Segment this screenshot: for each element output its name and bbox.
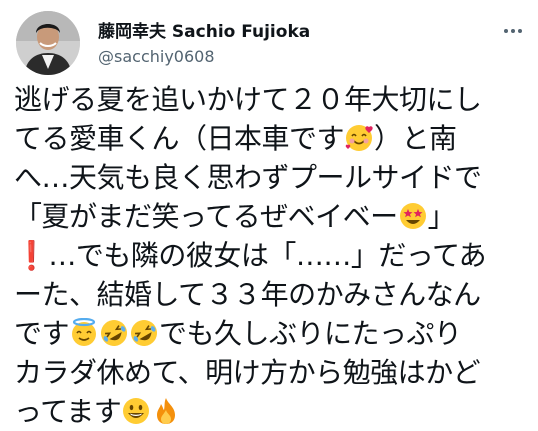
tweet-text-segment: …でも隣の彼女は「……」だってあ (48, 239, 487, 272)
tweet-line: 「夏がまだ笑ってるぜベイベー」 (14, 197, 534, 236)
grinning-face-emoji (121, 396, 151, 426)
smiling-face-with-hearts-emoji (344, 123, 374, 153)
tweet-line: です でも久しぶりにたっぷり (14, 314, 534, 353)
tweet-line: へ…天気も良く思わずプールサイドで (14, 161, 482, 194)
author-name-row[interactable]: 藤岡幸夫 Sachio Fujioka (98, 16, 310, 42)
tweet-line: カラダ休めて、明け方から勉強はかど (14, 356, 481, 389)
tweet-text-segment: ）と南 (374, 122, 457, 155)
tweet-text-segment: てる愛車くん（日本車です (14, 122, 345, 155)
tweet-text: 逃げる夏を追いかけて２０年大切にし てる愛車くん（日本車です ）と南 へ…天気も良… (14, 80, 534, 431)
tweet-line: ーた、結婚して３３年のかみさんなん (14, 278, 481, 311)
display-name[interactable]: 藤岡幸夫 Sachio Fujioka (98, 17, 310, 42)
tweet-text-segment: です (14, 317, 70, 350)
tweet-text-segment: ってます (14, 395, 122, 428)
tweet-line: ❗…でも隣の彼女は「……」だってあ (14, 236, 534, 275)
rolling-on-floor-laughing-emoji (129, 318, 159, 348)
tweet-text-segment: でも久しぶりにたっぷり (159, 317, 462, 350)
tweet-line: てる愛車くん（日本車です ）と南 (14, 119, 534, 158)
tweet-line: ってます (14, 392, 534, 431)
fire-emoji (151, 396, 181, 426)
tweet-text-segment: 「夏がまだ笑ってるぜベイベー (14, 200, 398, 233)
exclamation-emoji: ❗ (14, 239, 49, 272)
rolling-on-floor-laughing-emoji (99, 318, 129, 348)
tweet-text-segment: 」 (427, 200, 456, 233)
star-struck-emoji (398, 201, 428, 231)
avatar[interactable] (16, 11, 80, 75)
more-options-icon[interactable] (500, 18, 526, 44)
user-handle[interactable]: @sacchiy0608 (98, 47, 215, 66)
smiling-face-with-halo-emoji (69, 318, 99, 348)
tweet-line: 逃げる夏を追いかけて２０年大切にし (14, 83, 482, 116)
